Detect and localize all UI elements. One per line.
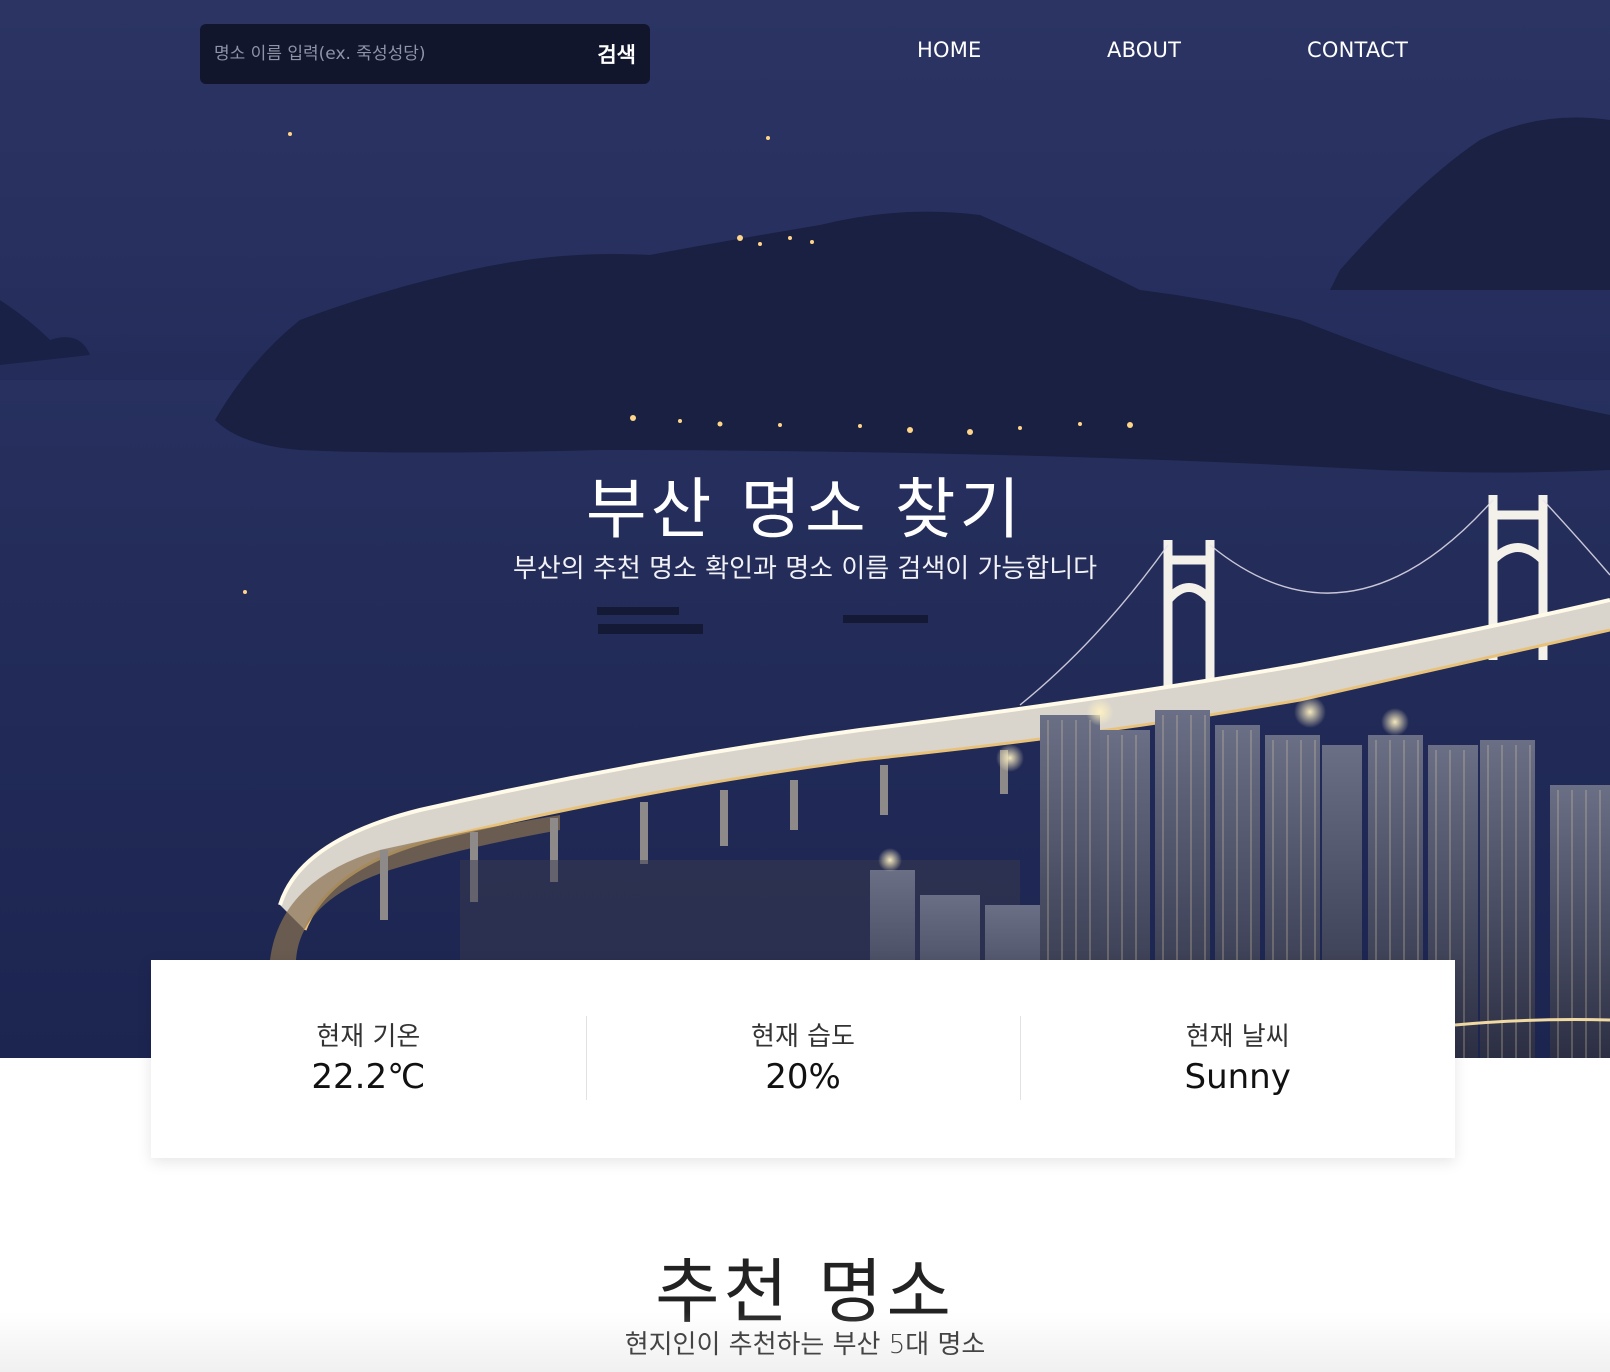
humidity-value: 20% [765,1057,841,1097]
nav-about[interactable]: ABOUT [1107,38,1181,62]
temperature-value: 22.2℃ [311,1057,426,1097]
weather-temperature: 현재 기온 22.2℃ [151,960,586,1158]
weather-condition: 현재 날씨 Sunny [1020,960,1455,1158]
search-input[interactable] [214,44,588,64]
humidity-label: 현재 습도 [751,1022,855,1052]
recommend-subtitle: 현지인이 추천하는 부산 5대 명소 [624,1330,986,1360]
condition-value: Sunny [1184,1057,1291,1097]
hero-subtitle: 부산의 추천 명소 확인과 명소 이름 검색이 가능합니다 [512,554,1098,584]
condition-label: 현재 날씨 [1185,1022,1290,1052]
weather-card: 현재 기온 22.2℃ 현재 습도 20% 현재 날씨 Sunny [151,960,1455,1158]
temperature-label: 현재 기온 [316,1022,421,1052]
nav-contact[interactable]: CONTACT [1307,38,1408,62]
hero-section: 검색 HOME ABOUT CONTACT 부산 명소 찾기 부산의 추천 명소… [0,0,1610,1058]
hero-title: 부산 명소 찾기 [585,471,1025,548]
weather-humidity: 현재 습도 20% [585,960,1021,1158]
nav-home[interactable]: HOME [917,38,982,62]
search-box: 검색 [200,24,650,84]
search-button[interactable]: 검색 [587,39,636,69]
